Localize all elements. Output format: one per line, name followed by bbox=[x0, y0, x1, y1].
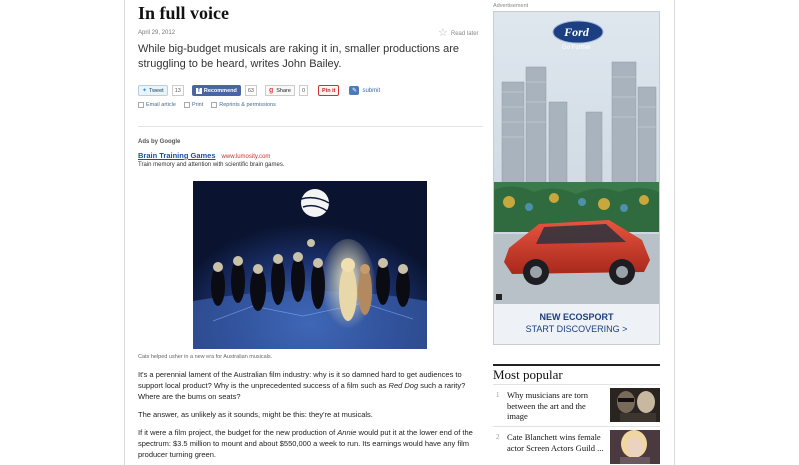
cate-blanchett-thumbnail bbox=[610, 430, 660, 464]
facebook-icon: f bbox=[195, 87, 202, 94]
submit-icon: ✎ bbox=[349, 86, 360, 95]
ford-logo-text: Ford bbox=[564, 25, 589, 39]
ad-url[interactable]: www.lumosity.com bbox=[222, 154, 271, 160]
film-title: Red Dog bbox=[388, 381, 419, 390]
star-icon: ☆ bbox=[438, 27, 448, 39]
divider bbox=[138, 126, 483, 127]
facebook-recommend-button[interactable]: f Recommend bbox=[191, 85, 241, 96]
list-item-headline[interactable]: Cate Blanchett wins female actor Screen … bbox=[507, 432, 605, 453]
article-headline: In full voice bbox=[138, 3, 230, 23]
reprints-link[interactable]: Reprints & permissions bbox=[211, 102, 276, 108]
ford-ad-image bbox=[494, 12, 659, 304]
share-bar: ✦ Tweet 13 f Recommend 63 g Share 0 Pin … bbox=[138, 85, 380, 96]
tweet-count: 13 bbox=[171, 85, 184, 96]
paragraph-3: If it were a film project, the budget fo… bbox=[138, 427, 483, 460]
share-count: 0 bbox=[298, 85, 309, 96]
email-article-link[interactable]: Email article bbox=[138, 102, 176, 108]
advertisement-label: Advertisement bbox=[493, 3, 529, 9]
ford-ecosport-ad[interactable]: Ford Go Further NEW ECOSPORT START DISCO… bbox=[493, 11, 660, 345]
recommend-label: Recommend bbox=[203, 87, 237, 94]
list-item[interactable]: 1 Why musicians are torn between the art… bbox=[493, 384, 660, 426]
tweet-button[interactable]: ✦ Tweet bbox=[138, 85, 168, 96]
ad-description: Train memory and attention with scientif… bbox=[138, 162, 285, 168]
paragraph-3-text: If it were a film project, the budget fo… bbox=[138, 428, 338, 437]
print-link[interactable]: Print bbox=[183, 102, 204, 108]
submit-button[interactable]: ✎ submit bbox=[349, 86, 380, 95]
article-photo bbox=[193, 181, 427, 349]
list-item[interactable]: 2 Cate Blanchett wins female actor Scree… bbox=[493, 426, 660, 465]
read-later-label: Read later bbox=[450, 30, 479, 37]
ford-model-name: NEW ECOSPORT bbox=[539, 312, 614, 322]
cta-label: START DISCOVERING bbox=[525, 324, 620, 334]
reprints-icon bbox=[211, 102, 218, 108]
article-body: It's a perennial lament of the Australia… bbox=[138, 369, 483, 465]
email-icon bbox=[138, 102, 144, 108]
google-plus-icon: g bbox=[268, 87, 274, 94]
list-item-thumbnail bbox=[610, 430, 660, 464]
ad-title-link[interactable]: Brain Training Games bbox=[138, 151, 216, 160]
ads-by-google-label: Ads by Google bbox=[138, 139, 181, 145]
stage-scene-image bbox=[193, 181, 427, 349]
most-popular-title: Most popular bbox=[493, 367, 563, 382]
list-item-number: 2 bbox=[496, 433, 500, 441]
tweet-label: Tweet bbox=[149, 87, 164, 94]
article-standfirst: While big-budget musicals are raking it … bbox=[138, 43, 459, 70]
article-tools: Email article Print Reprints & permissio… bbox=[138, 102, 276, 108]
share-label: Share bbox=[276, 87, 291, 94]
paragraph-2: The answer, as unlikely as it sounds, mi… bbox=[138, 410, 373, 419]
paragraph-1: It's a perennial lament of the Australia… bbox=[138, 369, 483, 402]
list-item-thumbnail bbox=[610, 388, 660, 422]
submit-label: submit bbox=[362, 87, 381, 94]
text-ad: Brain Training Games www.lumosity.com bbox=[138, 151, 270, 160]
google-plus-share-button[interactable]: g Share bbox=[264, 85, 295, 96]
read-later-button[interactable]: ☆ Read later bbox=[438, 28, 479, 39]
print-icon bbox=[183, 102, 190, 108]
reprints-label: Reprints & permissions bbox=[219, 102, 276, 108]
musicians-thumbnail bbox=[610, 388, 660, 422]
list-item-headline[interactable]: Why musicians are torn between the art a… bbox=[507, 390, 605, 422]
ford-tagline: Go Further bbox=[561, 45, 591, 51]
musical-title: Annie bbox=[337, 428, 357, 437]
chevron-right-icon: > bbox=[622, 324, 628, 334]
photo-caption: Cats helped usher in a new era for Austr… bbox=[138, 354, 273, 360]
recommend-count: 63 bbox=[244, 85, 257, 96]
ford-ad-footer: NEW ECOSPORT START DISCOVERING > bbox=[494, 304, 659, 344]
pinterest-button[interactable]: Pin it bbox=[318, 85, 340, 96]
start-discovering-link[interactable]: START DISCOVERING > bbox=[494, 324, 659, 334]
most-popular: Most popular bbox=[493, 364, 660, 383]
email-article-label: Email article bbox=[146, 102, 176, 108]
list-item-number: 1 bbox=[496, 391, 500, 399]
print-label: Print bbox=[191, 102, 204, 108]
twitter-bird-icon: ✦ bbox=[142, 88, 148, 94]
article-date: April 29, 2012 bbox=[138, 30, 176, 36]
